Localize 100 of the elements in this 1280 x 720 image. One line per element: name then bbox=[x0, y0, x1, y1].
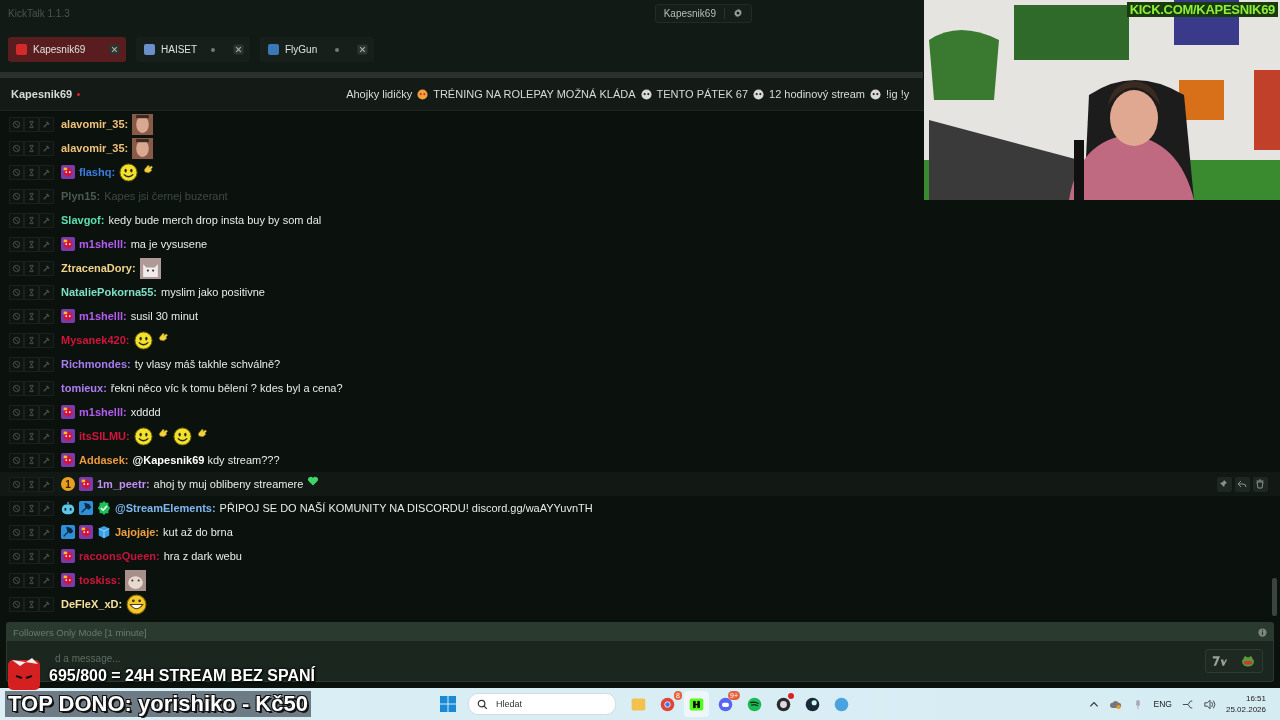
timeout-button[interactable] bbox=[24, 188, 39, 204]
chat-username[interactable]: ZtracenaDory: bbox=[61, 262, 136, 274]
timeout-button[interactable] bbox=[24, 116, 39, 132]
chat-message: PŘIPOJ SE DO NAŠÍ KOMUNITY NA DISCORDU! discord.gg/waAYYuvnTH bbox=[219, 502, 593, 514]
timeout-button[interactable] bbox=[24, 524, 39, 540]
timeout-button[interactable] bbox=[24, 596, 39, 612]
timeout-button[interactable] bbox=[24, 260, 39, 276]
cloud-icon[interactable] bbox=[1109, 698, 1122, 710]
ban-button[interactable] bbox=[9, 284, 24, 300]
hourglass-icon bbox=[27, 263, 36, 273]
moderator-badge bbox=[79, 501, 93, 515]
ban-button[interactable] bbox=[9, 332, 24, 348]
taskbar-app-button[interactable] bbox=[684, 691, 709, 717]
chat-message: xdddd bbox=[130, 406, 161, 418]
close-icon[interactable] bbox=[233, 44, 244, 55]
chat-username[interactable]: Slavgof: bbox=[61, 214, 105, 226]
chat-username[interactable]: 1m_peetr: bbox=[97, 478, 150, 490]
info-icon[interactable] bbox=[1258, 627, 1267, 637]
chat-username[interactable]: Jajojaje: bbox=[115, 526, 160, 538]
scrollbar-thumb[interactable] bbox=[1272, 578, 1277, 616]
language-indicator[interactable]: ENG bbox=[1153, 699, 1172, 709]
ban-button[interactable] bbox=[9, 116, 24, 132]
account-button[interactable]: Kapesnik69 bbox=[654, 3, 752, 23]
subscriber-badge bbox=[61, 573, 75, 587]
chat-username[interactable]: toskiss: bbox=[79, 574, 121, 586]
ban-button[interactable] bbox=[9, 188, 24, 204]
chat-username[interactable]: tomieux: bbox=[61, 382, 107, 394]
timeout-button[interactable] bbox=[24, 428, 39, 444]
clock-time: 16:51 bbox=[1245, 693, 1266, 704]
chat-username[interactable]: Richmondes: bbox=[61, 358, 131, 370]
chat-username[interactable]: DeFleX_xD: bbox=[61, 598, 123, 610]
waving-hand-emote bbox=[156, 427, 169, 439]
ban-button[interactable] bbox=[9, 308, 24, 324]
chat-username[interactable]: alavomir_35: bbox=[61, 118, 129, 130]
portrait-emote bbox=[132, 113, 154, 135]
ban-button[interactable] bbox=[9, 380, 24, 396]
ban-button[interactable] bbox=[9, 548, 24, 564]
timeout-button[interactable] bbox=[24, 332, 39, 348]
channel-tab[interactable]: Kapesnik69 bbox=[8, 37, 126, 62]
timeout-button[interactable] bbox=[24, 452, 39, 468]
timeout-button[interactable] bbox=[24, 572, 39, 588]
ban-button[interactable] bbox=[9, 212, 24, 228]
timeout-button[interactable] bbox=[24, 500, 39, 516]
timeout-button[interactable] bbox=[24, 212, 39, 228]
search-input[interactable]: Hledat bbox=[494, 698, 598, 710]
ban-button[interactable] bbox=[9, 236, 24, 252]
hammer-icon bbox=[42, 599, 51, 609]
timeout-button[interactable] bbox=[24, 548, 39, 564]
ban-button[interactable] bbox=[9, 452, 24, 468]
timeout-button[interactable] bbox=[24, 164, 39, 180]
hourglass-icon bbox=[27, 431, 36, 441]
chat-username[interactable]: Addasek: bbox=[79, 454, 129, 466]
chat-username[interactable]: m1shelll: bbox=[79, 310, 127, 322]
chat-username[interactable]: alavomir_35: bbox=[61, 142, 129, 154]
hourglass-icon bbox=[27, 287, 36, 297]
chat-message: @Kapesnik69 kdy stream??? bbox=[132, 454, 280, 466]
ban-button[interactable] bbox=[9, 524, 24, 540]
timeout-button[interactable] bbox=[24, 140, 39, 156]
clock-date: 25.02.2026 bbox=[1225, 704, 1266, 715]
chat-username[interactable]: m1shelll: bbox=[79, 406, 127, 418]
channel-tab[interactable]: FlyGun bbox=[260, 37, 374, 62]
timeout-button[interactable] bbox=[24, 308, 39, 324]
pin-message-button[interactable] bbox=[1217, 476, 1232, 492]
ban-button[interactable] bbox=[9, 596, 24, 612]
timeout-button[interactable] bbox=[24, 356, 39, 372]
ban-icon bbox=[12, 575, 21, 585]
close-icon[interactable] bbox=[357, 44, 368, 55]
taskbar-search-field[interactable]: Hledat bbox=[468, 693, 616, 715]
delete-button[interactable] bbox=[1253, 476, 1268, 492]
timeout-button[interactable] bbox=[24, 236, 39, 252]
timeout-button[interactable] bbox=[24, 380, 39, 396]
ban-button[interactable] bbox=[9, 428, 24, 444]
message-input[interactable]: d a message... bbox=[7, 641, 1205, 664]
chat-username[interactable]: NataliePokorna55: bbox=[61, 286, 157, 298]
timeout-button[interactable] bbox=[24, 404, 39, 420]
ban-button[interactable] bbox=[9, 476, 24, 492]
frog-emote-icon bbox=[1240, 655, 1256, 667]
chat-username[interactable]: itsSILMU: bbox=[79, 430, 130, 442]
timeout-button[interactable] bbox=[24, 284, 39, 300]
ban-button[interactable] bbox=[9, 140, 24, 156]
ban-button[interactable] bbox=[9, 572, 24, 588]
network-icon[interactable] bbox=[1181, 698, 1194, 710]
reply-button[interactable] bbox=[1235, 476, 1250, 492]
seventv-icon bbox=[1212, 655, 1228, 667]
close-icon[interactable] bbox=[109, 44, 120, 55]
windows-start-icon[interactable] bbox=[440, 696, 456, 712]
ban-button[interactable] bbox=[9, 404, 24, 420]
settings-icon[interactable] bbox=[732, 8, 743, 18]
ban-button[interactable] bbox=[9, 164, 24, 180]
chat-username[interactable]: Mysanek420: bbox=[61, 334, 130, 346]
channel-tab[interactable]: HAISET bbox=[136, 37, 250, 62]
timeout-button[interactable] bbox=[24, 476, 39, 492]
ban-button[interactable] bbox=[9, 500, 24, 516]
chat-username[interactable]: m1shelll: bbox=[79, 238, 127, 250]
volume-icon[interactable] bbox=[1203, 698, 1216, 710]
chat-username[interactable]: @StreamElements: bbox=[115, 502, 216, 514]
hammer-icon bbox=[42, 383, 51, 393]
chat-username[interactable]: flashq: bbox=[79, 166, 116, 178]
ban-button[interactable] bbox=[9, 260, 24, 276]
ban-button[interactable] bbox=[9, 356, 24, 372]
